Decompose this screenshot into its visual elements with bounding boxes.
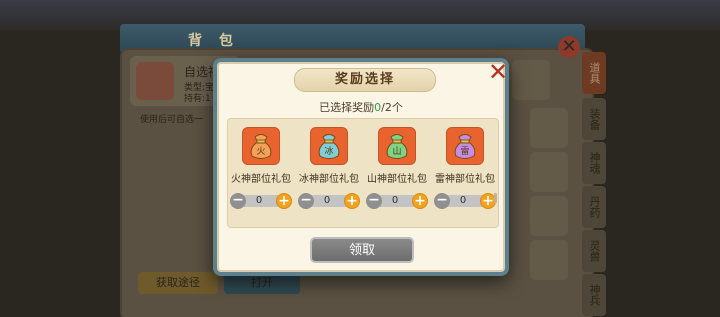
svg-text:火: 火 [256, 146, 265, 157]
gift-bag-icon: 冰 [318, 134, 340, 159]
plus-icon[interactable]: + [412, 193, 428, 209]
side-tab-items[interactable]: 道具 [582, 52, 606, 94]
reward-list: 火 火神部位礼包 0 − + 冰 冰神部位礼包 0 − + 山 山神部位礼包 0… [227, 118, 499, 228]
inventory-cell[interactable] [530, 108, 568, 148]
quantity-stepper: 0 − + [366, 193, 430, 209]
gift-bag-icon[interactable]: 冰 [310, 127, 348, 165]
item-detail-icon [136, 62, 174, 100]
quantity-stepper: 0 − + [434, 193, 498, 209]
bag-title: 背 包 [188, 33, 239, 49]
reward-name: 山神部位礼包 [367, 174, 427, 185]
selected-count-line: 已选择奖励0/2个 [217, 99, 505, 115]
reward-name: 火神部位礼包 [231, 174, 291, 185]
svg-text:雷: 雷 [460, 146, 469, 157]
side-tab-equipment[interactable]: 装备 [582, 98, 606, 140]
bag-close-icon[interactable]: ✕ [558, 36, 580, 58]
gift-bag-icon: 山 [386, 134, 408, 159]
reward-name: 冰神部位礼包 [299, 174, 359, 185]
modal-title: 奖励选择 [334, 72, 395, 87]
inventory-cell[interactable] [530, 240, 568, 280]
inventory-cell[interactable] [530, 196, 568, 236]
minus-icon[interactable]: − [298, 193, 314, 209]
plus-icon[interactable]: + [276, 193, 292, 209]
selected-prefix: 已选择奖励 [319, 101, 375, 114]
minus-icon[interactable]: − [230, 193, 246, 209]
side-tab-weapons[interactable]: 神兵 [582, 274, 606, 316]
side-tabs: 道具 装备 神魂 丹药 灵兽 神兵 [582, 48, 608, 317]
reward-item-ice: 冰 冰神部位礼包 0 − + [298, 127, 362, 221]
svg-text:山: 山 [392, 146, 401, 157]
svg-text:冰: 冰 [324, 145, 333, 157]
plus-icon[interactable]: + [344, 193, 360, 209]
selected-suffix: /2个 [381, 101, 403, 114]
reward-select-modal: 奖励选择 ✕ 已选择奖励0/2个 火 火神部位礼包 0 − + 冰 冰神部位礼包… [213, 58, 509, 276]
quantity-stepper: 0 − + [230, 193, 294, 209]
scroll-indicator [494, 193, 497, 203]
reward-item-thunder: 雷 雷神部位礼包 0 − + [434, 127, 498, 221]
inventory-cell[interactable] [512, 60, 550, 100]
side-tab-pills[interactable]: 丹药 [582, 186, 606, 228]
item-detail-desc: 使用后可自选一 [140, 115, 204, 125]
claim-button[interactable]: 领取 [310, 237, 414, 263]
gift-bag-icon: 雷 [454, 134, 476, 159]
modal-title-bar: 奖励选择 [294, 68, 436, 92]
minus-icon[interactable]: − [366, 193, 382, 209]
close-icon[interactable]: ✕ [487, 60, 509, 84]
gift-bag-icon: 火 [250, 134, 272, 159]
item-detail-owned: 持有:1 [184, 94, 211, 104]
gift-bag-icon[interactable]: 山 [378, 127, 416, 165]
minus-icon[interactable]: − [434, 193, 450, 209]
reward-name: 雷神部位礼包 [435, 174, 495, 185]
quantity-stepper: 0 − + [298, 193, 362, 209]
reward-item-mountain: 山 山神部位礼包 0 − + [366, 127, 430, 221]
gift-bag-icon[interactable]: 火 [242, 127, 280, 165]
reward-item-fire: 火 火神部位礼包 0 − + [230, 127, 294, 221]
side-tab-beasts[interactable]: 灵兽 [582, 230, 606, 272]
side-tab-soul[interactable]: 神魂 [582, 142, 606, 184]
gift-bag-icon[interactable]: 雷 [446, 127, 484, 165]
source-button[interactable]: 获取途径 [138, 272, 218, 294]
inventory-cell[interactable] [530, 152, 568, 192]
